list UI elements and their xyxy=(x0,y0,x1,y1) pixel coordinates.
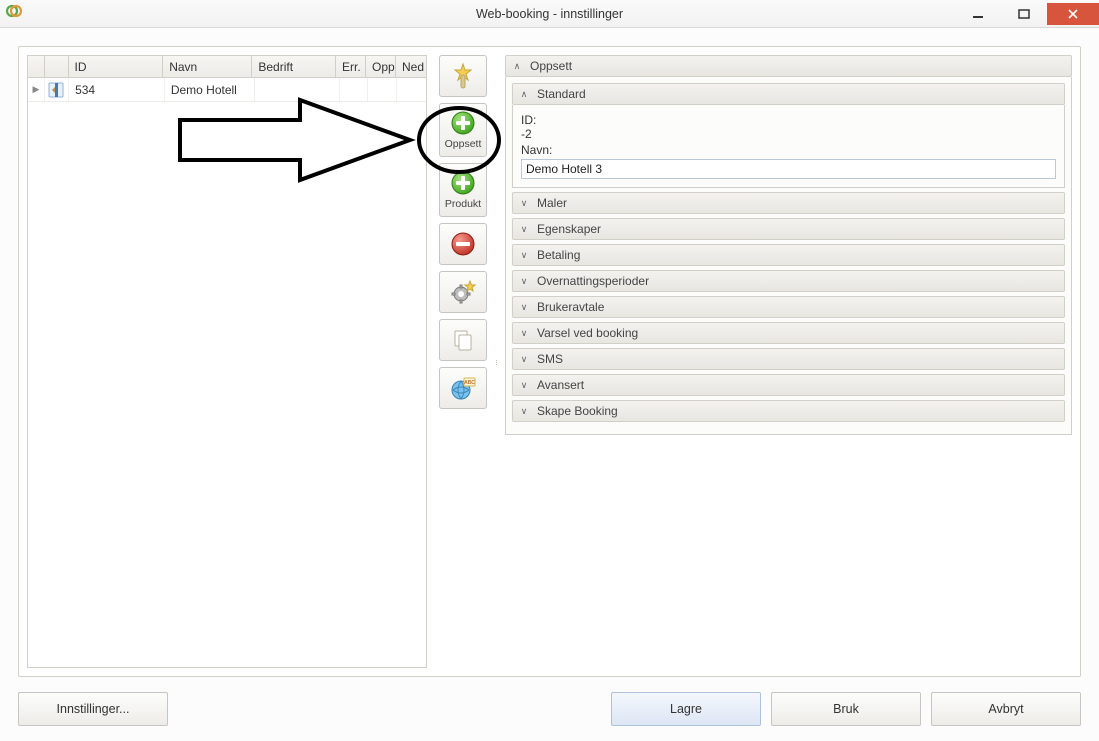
delete-button[interactable] xyxy=(439,223,487,265)
chevron-down-icon: ∨ xyxy=(519,276,529,287)
properties-panel: ∧ Oppsett ∧ Standard ID: -2 Navn: xyxy=(505,55,1072,668)
copy-button[interactable] xyxy=(439,319,487,361)
acc-header-avansert[interactable]: ∨ Avansert xyxy=(512,374,1065,396)
chevron-down-icon: ∨ xyxy=(519,380,529,391)
acc-title-varsel: Varsel ved booking xyxy=(537,326,638,340)
column-bedrift[interactable]: Bedrift xyxy=(252,56,336,77)
minus-red-icon xyxy=(450,231,476,257)
title-bar: Web-booking - innstillinger xyxy=(0,0,1099,28)
acc-title-maler: Maler xyxy=(537,196,567,210)
acc-header-standard[interactable]: ∧ Standard xyxy=(512,83,1065,105)
acc-header-sms[interactable]: ∨ SMS xyxy=(512,348,1065,370)
cell-err xyxy=(340,78,369,101)
label-id: ID: xyxy=(521,113,1056,127)
dialog-footer: Innstillinger... Lagre Bruk Avbryt xyxy=(18,689,1081,729)
column-opp[interactable]: Opp xyxy=(366,56,396,77)
acc-header-brukeravtale[interactable]: ∨ Brukeravtale xyxy=(512,296,1065,318)
value-id: -2 xyxy=(521,127,1056,141)
acc-header-overnatt[interactable]: ∨ Overnattingsperioder xyxy=(512,270,1065,292)
splitter-handle[interactable]: ··· xyxy=(493,55,501,668)
window-controls xyxy=(955,3,1099,25)
acc-body-standard: ID: -2 Navn: xyxy=(512,105,1065,188)
acc-title-sms: SMS xyxy=(537,352,563,366)
acc-header-skape[interactable]: ∨ Skape Booking xyxy=(512,400,1065,422)
chevron-up-icon: ∧ xyxy=(519,89,529,100)
cell-ned xyxy=(397,78,426,101)
cancel-button[interactable]: Avbryt xyxy=(931,692,1081,726)
grid-row[interactable]: ▶ 534 Demo Hotell xyxy=(28,78,426,102)
column-err[interactable]: Err. xyxy=(336,56,366,77)
acc-oppsett: ∧ Oppsett ∧ Standard ID: -2 Navn: xyxy=(505,55,1072,435)
chevron-down-icon: ∨ xyxy=(519,250,529,261)
gear-wand-icon xyxy=(449,278,477,306)
row-icon xyxy=(45,78,69,101)
column-navn[interactable]: Navn xyxy=(163,56,252,77)
chevron-up-icon: ∧ xyxy=(512,61,522,72)
acc-standard: ∧ Standard ID: -2 Navn: xyxy=(512,83,1065,188)
acc-title-egenskaper: Egenskaper xyxy=(537,222,601,236)
chevron-down-icon: ∨ xyxy=(519,224,529,235)
action-toolbar: Oppsett Produkt xyxy=(437,55,489,668)
close-button[interactable] xyxy=(1047,3,1099,25)
acc-title-skape: Skape Booking xyxy=(537,404,618,418)
acc-header-egenskaper[interactable]: ∨ Egenskaper xyxy=(512,218,1065,240)
chevron-down-icon: ∨ xyxy=(519,354,529,365)
wizard-button[interactable] xyxy=(439,55,487,97)
globe-spellcheck-button[interactable]: ABC xyxy=(439,367,487,409)
column-expand xyxy=(28,56,45,77)
svg-text:ABC: ABC xyxy=(464,380,475,386)
acc-title-brukeravtale: Brukeravtale xyxy=(537,300,604,314)
add-oppsett-button[interactable]: Oppsett xyxy=(439,103,487,157)
acc-header-oppsett[interactable]: ∧ Oppsett xyxy=(505,55,1072,77)
add-oppsett-label: Oppsett xyxy=(445,138,482,150)
chevron-down-icon: ∨ xyxy=(519,198,529,209)
save-button[interactable]: Lagre xyxy=(611,692,761,726)
acc-title-betaling: Betaling xyxy=(537,248,580,262)
cell-navn: Demo Hotell xyxy=(165,78,255,101)
acc-header-varsel[interactable]: ∨ Varsel ved booking xyxy=(512,322,1065,344)
chevron-down-icon: ∨ xyxy=(519,328,529,339)
apply-button[interactable]: Bruk xyxy=(771,692,921,726)
label-navn: Navn: xyxy=(521,143,1056,157)
cell-id: 534 xyxy=(69,78,165,101)
column-ned[interactable]: Ned xyxy=(396,56,426,77)
app-icon xyxy=(6,3,22,24)
settings-button[interactable]: Innstillinger... xyxy=(18,692,168,726)
acc-header-betaling[interactable]: ∨ Betaling xyxy=(512,244,1065,266)
cell-opp xyxy=(368,78,397,101)
copy-pages-icon xyxy=(450,327,476,353)
gear-wizard-button[interactable] xyxy=(439,271,487,313)
globe-abc-icon: ABC xyxy=(449,374,477,402)
setup-grid: ID Navn Bedrift Err. Opp Ned ▶ 534 Demo … xyxy=(27,55,427,668)
column-icon xyxy=(45,56,69,77)
acc-title-oppsett: Oppsett xyxy=(530,59,572,73)
input-navn[interactable] xyxy=(521,159,1056,179)
plus-green-icon xyxy=(450,170,476,196)
minimize-button[interactable] xyxy=(955,3,1001,25)
client-area: ID Navn Bedrift Err. Opp Ned ▶ 534 Demo … xyxy=(0,28,1099,741)
maximize-button[interactable] xyxy=(1001,3,1047,25)
splitter-dots-icon: ··· xyxy=(492,359,502,365)
acc-title-avansert: Avansert xyxy=(537,378,584,392)
content-panel: ID Navn Bedrift Err. Opp Ned ▶ 534 Demo … xyxy=(18,46,1081,677)
acc-header-maler[interactable]: ∨ Maler xyxy=(512,192,1065,214)
column-id[interactable]: ID xyxy=(69,56,164,77)
add-produkt-label: Produkt xyxy=(445,198,481,210)
chevron-down-icon: ∨ xyxy=(519,406,529,417)
window-title: Web-booking - innstillinger xyxy=(0,7,1099,21)
acc-body-oppsett: ∧ Standard ID: -2 Navn: ∨ Maler ∨ Egenskap… xyxy=(505,77,1072,435)
row-expander[interactable]: ▶ xyxy=(28,78,45,101)
chevron-down-icon: ∨ xyxy=(519,302,529,313)
plus-green-icon xyxy=(450,110,476,136)
acc-title-overnatt: Overnattingsperioder xyxy=(537,274,649,288)
cell-bedrift xyxy=(255,78,340,101)
add-produkt-button[interactable]: Produkt xyxy=(439,163,487,217)
wand-star-icon xyxy=(449,62,477,90)
acc-title-standard: Standard xyxy=(537,87,586,101)
grid-header: ID Navn Bedrift Err. Opp Ned xyxy=(28,56,426,78)
